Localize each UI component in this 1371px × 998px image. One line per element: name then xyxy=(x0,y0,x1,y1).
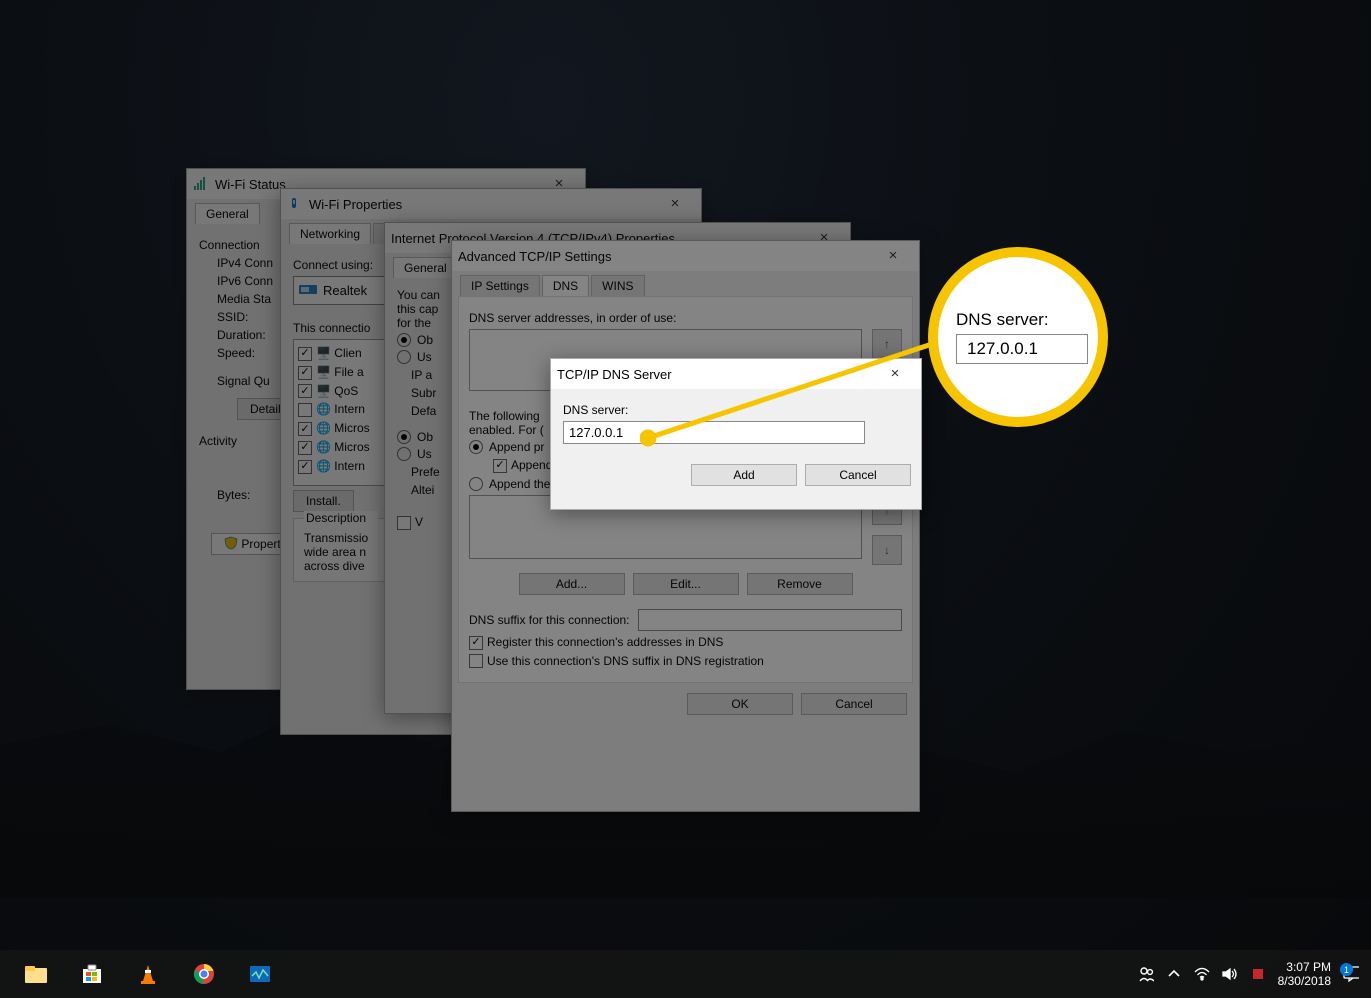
network-item-icon: 🌐 xyxy=(316,459,331,473)
tab-networking[interactable]: Networking xyxy=(289,223,371,244)
advanced-tcpip-window: Advanced TCP/IP Settings × IP Settings D… xyxy=(451,240,920,812)
clock-time: 3:07 PM xyxy=(1278,960,1331,974)
close-icon[interactable]: × xyxy=(875,359,915,389)
microsoft-store-icon[interactable] xyxy=(78,960,106,988)
people-icon[interactable] xyxy=(1138,966,1154,982)
ok-button[interactable]: OK xyxy=(687,693,793,715)
zoom-value: 127.0.0.1 xyxy=(956,334,1088,364)
clock-date: 8/30/2018 xyxy=(1278,974,1331,988)
wifi-properties-titlebar[interactable]: Wi-Fi Properties × xyxy=(281,189,701,219)
adapter-icon xyxy=(287,196,303,212)
network-item-icon: 🌐 xyxy=(316,421,331,435)
network-item-icon: 🖥️ xyxy=(316,365,331,379)
volume-icon[interactable] xyxy=(1222,966,1238,982)
chk-use-suffix[interactable] xyxy=(469,654,483,668)
add-button[interactable]: Add xyxy=(691,464,797,486)
dns-addresses-label: DNS server addresses, in order of use: xyxy=(469,311,902,325)
tab-general[interactable]: General xyxy=(393,257,458,278)
remove-button[interactable]: Remove xyxy=(747,573,853,595)
wifi-status-title: Wi-Fi Status xyxy=(215,177,286,192)
dns-dialog-title: TCP/IP DNS Server xyxy=(557,367,672,382)
network-item-icon: 🖥️ xyxy=(316,346,331,360)
cancel-button[interactable]: Cancel xyxy=(805,464,911,486)
security-tray-icon[interactable] xyxy=(1250,966,1266,982)
close-icon[interactable]: × xyxy=(655,189,695,219)
wifi-properties-title: Wi-Fi Properties xyxy=(309,197,402,212)
move-up-button[interactable]: ↑ xyxy=(872,329,902,359)
edit-button[interactable]: Edit... xyxy=(633,573,739,595)
zoom-label: DNS server: xyxy=(956,310,1080,330)
tab-ip-settings[interactable]: IP Settings xyxy=(460,275,540,296)
notification-badge: 1 xyxy=(1340,963,1353,976)
chk-append-parent[interactable]: ✓ xyxy=(493,459,507,473)
advanced-titlebar[interactable]: Advanced TCP/IP Settings × xyxy=(452,241,919,271)
network-item-icon: 🌐 xyxy=(316,440,331,454)
chrome-icon[interactable] xyxy=(190,960,218,988)
advanced-title: Advanced TCP/IP Settings xyxy=(458,249,611,264)
action-center-icon[interactable]: 1 xyxy=(1343,966,1359,982)
dns-server-label: DNS server: xyxy=(563,403,909,417)
install-button[interactable]: Install. xyxy=(293,490,354,512)
dns-server-dialog: TCP/IP DNS Server × DNS server: 127.0.0.… xyxy=(550,358,922,510)
wifi-icon[interactable] xyxy=(1194,966,1210,982)
taskbar[interactable]: 3:07 PM 8/30/2018 1 xyxy=(0,950,1371,998)
desktop: Wi-Fi Status × General Connection IPv4 C… xyxy=(0,0,1371,998)
suffix-input[interactable] xyxy=(638,609,902,631)
network-card-icon xyxy=(299,282,317,299)
vlc-icon[interactable] xyxy=(134,960,162,988)
add-button[interactable]: Add... xyxy=(519,573,625,595)
move-down-button[interactable]: ↓ xyxy=(872,535,902,565)
taskbar-clock[interactable]: 3:07 PM 8/30/2018 xyxy=(1278,960,1331,988)
tab-general[interactable]: General xyxy=(195,203,260,224)
task-manager-icon[interactable] xyxy=(246,960,274,988)
network-item-icon: 🖥️ xyxy=(316,384,331,398)
dns-dialog-titlebar[interactable]: TCP/IP DNS Server × xyxy=(551,359,921,389)
dns-server-input[interactable]: 127.0.0.1 xyxy=(563,421,865,444)
cancel-button[interactable]: Cancel xyxy=(801,693,907,715)
shield-icon xyxy=(224,536,238,553)
chevron-up-icon[interactable] xyxy=(1166,966,1182,982)
tab-wins[interactable]: WINS xyxy=(591,275,644,296)
suffix-label: DNS suffix for this connection: xyxy=(469,613,630,627)
chk-register-dns[interactable]: ✓ xyxy=(469,636,483,650)
zoom-callout: DNS server: 127.0.0.1 xyxy=(928,247,1108,427)
close-icon[interactable]: × xyxy=(873,241,913,271)
file-explorer-icon[interactable] xyxy=(22,960,50,988)
wifi-signal-icon xyxy=(193,176,209,192)
network-item-icon: 🌐 xyxy=(316,402,331,416)
tab-dns[interactable]: DNS xyxy=(542,275,589,296)
